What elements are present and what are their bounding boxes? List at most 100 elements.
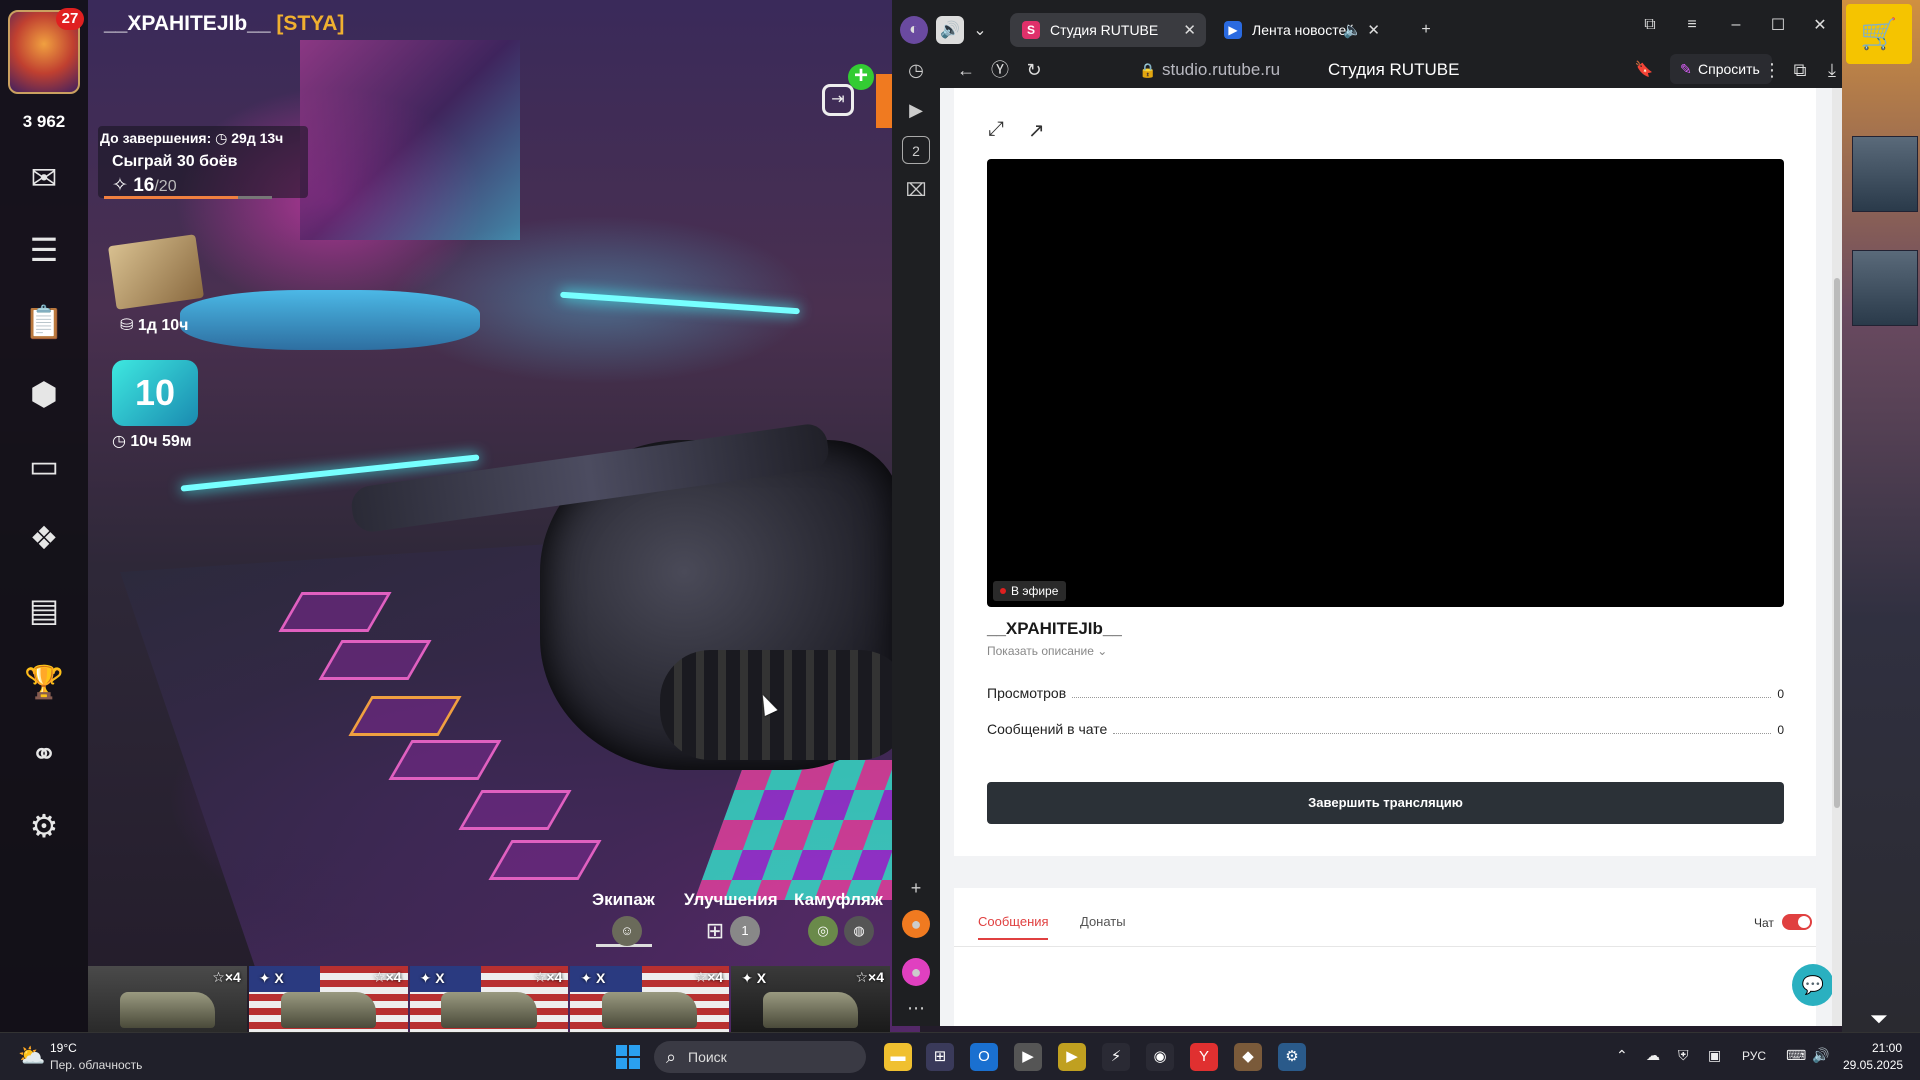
minimize-icon[interactable]: – [1718, 10, 1754, 40]
side-tank-thumbnail[interactable] [1852, 250, 1918, 326]
open-external-icon[interactable]: ↗ [1028, 118, 1045, 143]
language-indicator[interactable]: РУС [1742, 1049, 1766, 1063]
sound-icon[interactable]: 🔊 [936, 16, 964, 44]
weather-desc[interactable]: Пер. облачность [50, 1058, 142, 1072]
volume-icon[interactable]: 🔊 [1812, 1047, 1829, 1064]
add-panel-icon[interactable]: + [902, 874, 930, 902]
maximize-icon[interactable]: ☐ [1760, 10, 1796, 40]
defender-icon[interactable]: ⛨ [1678, 1047, 1689, 1064]
reload-icon[interactable]: ↻ [1022, 58, 1046, 82]
close-window-icon[interactable]: ✕ [1802, 10, 1838, 40]
stat-label: Просмотров [987, 685, 1067, 701]
mail-icon[interactable]: ✉ [20, 154, 68, 202]
clan-icon[interactable]: ❖ [20, 514, 68, 562]
show-description-link[interactable]: Показать описание ⌄ [987, 644, 1107, 658]
back-icon[interactable]: ← [954, 58, 978, 82]
taskbar-search[interactable]: Поиск [654, 1041, 866, 1073]
carousel-tank-1[interactable]: ✦ X ☆×4 [248, 966, 408, 1032]
video-player[interactable]: В эфире [987, 159, 1784, 607]
collections-icon[interactable]: ⧉ [1788, 58, 1812, 82]
bookmarks-panel-icon[interactable]: ⧉ [1632, 10, 1668, 40]
tab-camo[interactable]: Камуфляж [794, 890, 883, 910]
file-explorer-icon[interactable]: ▬ [884, 1043, 912, 1071]
camo-pattern-icon[interactable]: ◍ [844, 916, 874, 946]
bookmark-icon[interactable]: 🔖 [1632, 58, 1656, 82]
chat-toggle[interactable] [1782, 914, 1812, 930]
tab-messages[interactable]: Сообщения [978, 914, 1049, 929]
settings-app-icon[interactable]: ⚙ [1278, 1043, 1306, 1071]
lightning-app-icon[interactable]: ⚡ [1102, 1043, 1130, 1071]
tab-crew[interactable]: Экипаж [592, 890, 655, 910]
support-chat-icon[interactable]: 💬 [1792, 964, 1832, 1006]
events-share-icon[interactable]: ⚭ [20, 730, 68, 778]
upgrade-tree-icon[interactable]: ⊞ [700, 916, 730, 946]
battle-pass-book-icon[interactable] [107, 234, 205, 310]
tray-app-icon[interactable]: ▣ [1708, 1047, 1721, 1064]
profile-icon[interactable]: ◐ [900, 16, 928, 44]
side-tank-thumbnail[interactable] [1852, 136, 1918, 212]
url-text[interactable]: studio.rutube.ru [1162, 60, 1280, 80]
stat-value: 0 [1777, 687, 1784, 701]
close-tab-icon[interactable]: ✕ [1367, 21, 1380, 39]
yandex-icon[interactable]: Ⓨ [988, 58, 1012, 82]
xp-multiplier: ☆×4 [212, 969, 241, 985]
carousel-tank-0[interactable]: ☆×4 [88, 966, 247, 1032]
scrollbar-thumb[interactable] [1834, 278, 1840, 808]
tab-news-feed[interactable]: ▶ Лента новостей 🔈 ✕ [1212, 13, 1390, 47]
network-icon[interactable]: ⌨ [1786, 1047, 1806, 1064]
messenger-icon[interactable]: ● [902, 958, 930, 986]
more-panels-icon[interactable]: ⋯ [902, 994, 930, 1022]
weather-cloud-icon[interactable]: ⛅ [18, 1043, 45, 1069]
filter-icon[interactable]: ⏷ [1870, 1006, 1888, 1032]
weather-temp[interactable]: 19°C [50, 1041, 77, 1055]
tab-audio-icon[interactable]: 🔈 [1343, 21, 1362, 39]
download-icon[interactable]: ⤓ [1820, 58, 1842, 82]
trophy-icon[interactable]: 🏆 [20, 658, 68, 706]
onedrive-icon[interactable]: ☁ [1646, 1047, 1660, 1064]
tab-donations[interactable]: Донаты [1080, 914, 1126, 929]
page-scrollbar[interactable] [1832, 88, 1842, 1026]
share-icon[interactable]: ⤢ [988, 118, 1004, 141]
workspace-icon[interactable]: 2 [902, 136, 930, 164]
news-icon[interactable]: ▤ [20, 586, 68, 634]
more-icon[interactable]: ⋮ [1760, 58, 1784, 82]
shop-cart-icon[interactable]: 🛒 [1846, 4, 1912, 64]
new-tab-icon[interactable]: + [1412, 16, 1440, 44]
address-bar: ← Ⓨ ↻ 🔒 studio.rutube.ru Студия RUTUBE 🔖… [940, 50, 1842, 88]
store-icon[interactable]: ⊞ [926, 1043, 954, 1071]
video-icon[interactable]: ▶ [902, 96, 930, 124]
history-icon[interactable]: ◷ [902, 56, 930, 84]
end-stream-button[interactable]: Завершить трансляцию [987, 782, 1784, 824]
game-icon[interactable]: ◆ [1234, 1043, 1262, 1071]
missions-clipboard-icon[interactable]: 📋 [20, 298, 68, 346]
close-tab-icon[interactable]: ✕ [1183, 21, 1196, 39]
clock-time[interactable]: 21:00 [1872, 1041, 1902, 1055]
carousel-tank-3[interactable]: ✦ X ☆×4 [570, 966, 730, 1032]
carousel-tank-2[interactable]: ✦ X ☆×4 [409, 966, 569, 1032]
menu-icon[interactable]: ≡ [1674, 10, 1710, 40]
exit-icon[interactable]: ⇥ [822, 84, 854, 116]
tab-rutube-studio[interactable]: S Студия RUTUBE ✕ [1010, 13, 1206, 47]
add-plus-icon[interactable]: + [848, 64, 874, 90]
tabs-dropdown-icon[interactable]: ⌄ [966, 16, 994, 44]
screenshot-icon[interactable]: ⌧ [902, 176, 930, 204]
start-windows-icon[interactable] [616, 1045, 640, 1069]
camo-icon[interactable]: ◎ [808, 916, 838, 946]
outlook-icon[interactable]: O [970, 1043, 998, 1071]
academy-icon[interactable]: ⬢ [20, 370, 68, 418]
settings-gear-icon[interactable]: ⚙ [20, 802, 68, 850]
tray-expand-icon[interactable]: ⌃ [1616, 1047, 1628, 1064]
app-icon[interactable]: ▶ [1058, 1043, 1086, 1071]
obs-icon[interactable]: ◉ [1146, 1043, 1174, 1071]
alice-icon[interactable]: ● [902, 910, 930, 938]
crew-icon[interactable]: ☺ [612, 916, 642, 946]
level-badge[interactable]: 10 [112, 360, 198, 426]
tab-upgrades[interactable]: Улучшения [684, 890, 778, 910]
media-player-icon[interactable]: ▶ [1014, 1043, 1042, 1071]
tech-tree-icon[interactable]: ☰ [20, 226, 68, 274]
carousel-tank-4[interactable]: ✦ X ☆×4 [731, 966, 890, 1032]
chat-icon[interactable]: ▭ [20, 442, 68, 490]
yandex-browser-icon[interactable]: Y [1190, 1043, 1218, 1071]
clock-date[interactable]: 29.05.2025 [1843, 1058, 1903, 1072]
ask-button[interactable]: Спросить [1670, 54, 1772, 84]
